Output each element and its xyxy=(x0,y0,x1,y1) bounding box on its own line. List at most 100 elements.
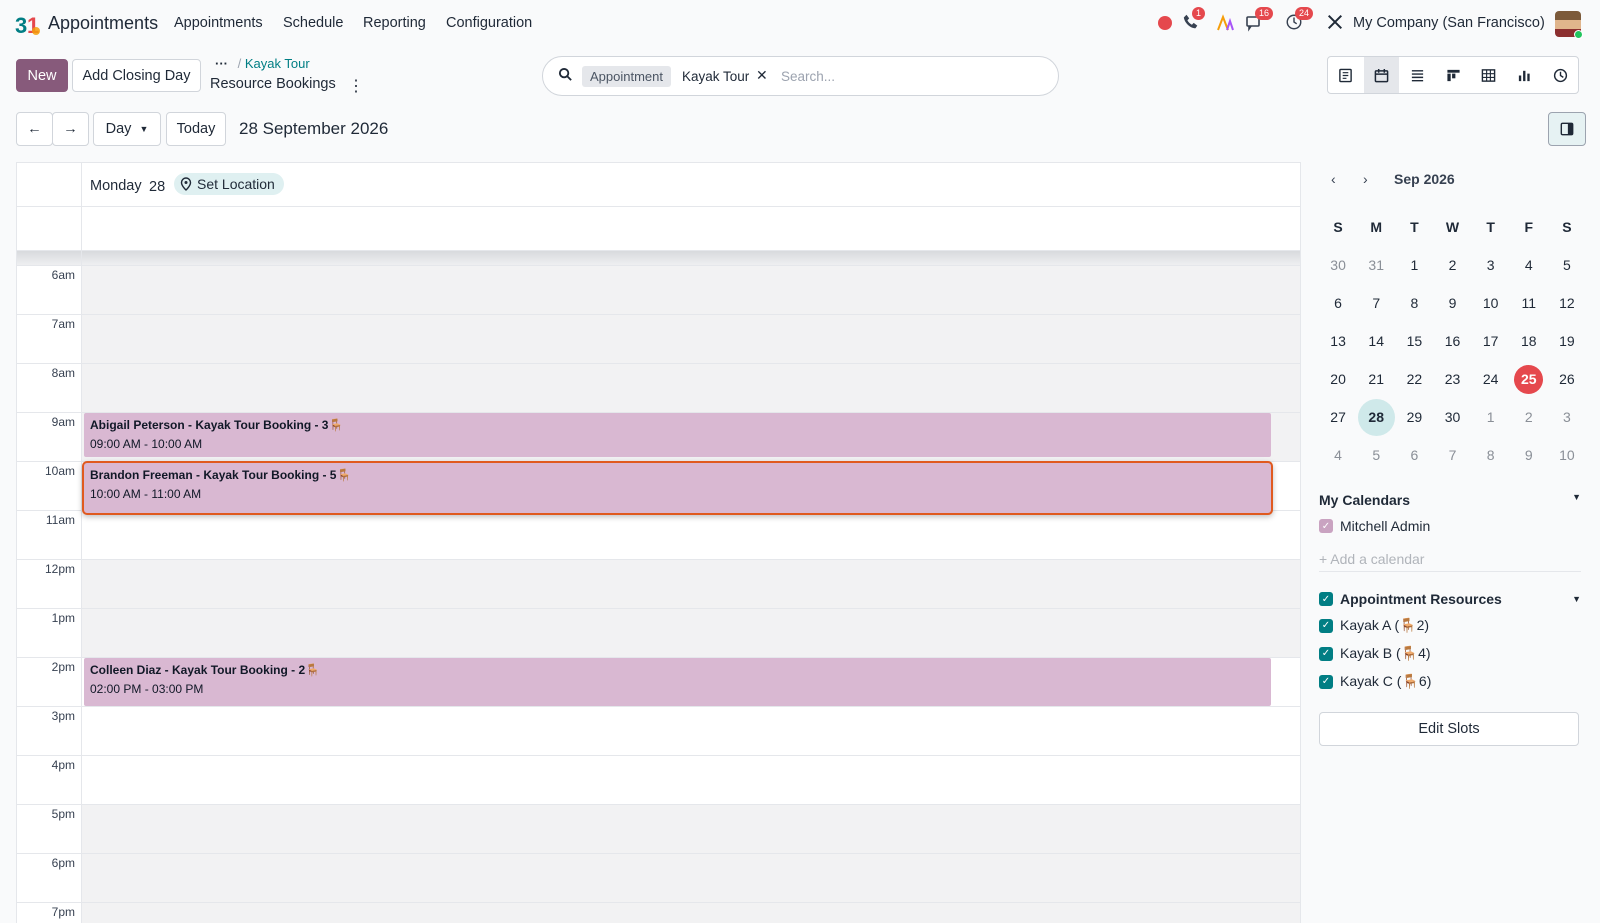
hour-row[interactable]: 4pm xyxy=(17,755,1300,804)
kebab-menu-icon[interactable]: ⋮ xyxy=(348,76,364,96)
mini-day[interactable]: 30 xyxy=(1319,246,1357,284)
company-switcher[interactable]: My Company (San Francisco) xyxy=(1353,15,1545,31)
checkbox-checked-icon[interactable]: ✓ xyxy=(1319,646,1333,661)
checkbox-checked-icon[interactable]: ✓ xyxy=(1319,592,1333,606)
resource-filter-item[interactable]: ✓ Kayak A (🪑2) xyxy=(1319,617,1429,634)
app-logo-icon[interactable]: 3 1 xyxy=(15,11,41,38)
today-button[interactable]: Today xyxy=(166,112,226,146)
mini-day[interactable]: 10 xyxy=(1472,284,1510,322)
breadcrumb-parent-link[interactable]: Kayak Tour xyxy=(245,56,310,71)
mini-day[interactable]: 7 xyxy=(1357,284,1395,322)
mini-day[interactable]: 7 xyxy=(1433,436,1471,474)
prev-button[interactable]: ← xyxy=(16,112,53,146)
menu-configuration[interactable]: Configuration xyxy=(446,15,532,31)
hour-row[interactable]: 7pm xyxy=(17,902,1300,923)
mini-day[interactable]: 2 xyxy=(1433,246,1471,284)
mini-day[interactable]: 8 xyxy=(1395,284,1433,322)
resource-filter-item[interactable]: ✓ Kayak B (🪑4) xyxy=(1319,645,1431,662)
checkbox-checked-icon[interactable]: ✓ xyxy=(1319,519,1333,533)
mini-day[interactable]: 26 xyxy=(1548,360,1586,398)
hour-row[interactable]: 7am xyxy=(17,314,1300,363)
hour-row[interactable]: 5pm xyxy=(17,804,1300,853)
mini-day[interactable]: 27 xyxy=(1319,398,1357,436)
mini-day[interactable]: 5 xyxy=(1548,246,1586,284)
view-kanban-icon[interactable] xyxy=(1435,57,1471,93)
mini-day[interactable]: 23 xyxy=(1433,360,1471,398)
mini-day-today[interactable]: 25 xyxy=(1510,360,1548,398)
resource-filter-item[interactable]: ✓ Kayak C (🪑6) xyxy=(1319,673,1431,690)
mini-day[interactable]: 24 xyxy=(1472,360,1510,398)
mini-day[interactable]: 18 xyxy=(1510,322,1548,360)
mini-day[interactable]: 30 xyxy=(1433,398,1471,436)
mini-day[interactable]: 15 xyxy=(1395,322,1433,360)
all-day-row[interactable] xyxy=(17,207,1300,251)
mini-day[interactable]: 12 xyxy=(1548,284,1586,322)
mini-day[interactable]: 21 xyxy=(1357,360,1395,398)
event-card[interactable]: Abigail Peterson - Kayak Tour Booking - … xyxy=(84,413,1271,457)
view-pivot-icon[interactable] xyxy=(1471,57,1507,93)
mini-day[interactable]: 3 xyxy=(1472,246,1510,284)
mini-day[interactable]: 16 xyxy=(1433,322,1471,360)
mini-day[interactable]: 29 xyxy=(1395,398,1433,436)
view-graph-icon[interactable] xyxy=(1507,57,1543,93)
mini-prev-month-icon[interactable]: ‹ xyxy=(1331,171,1336,187)
messages-icon[interactable]: 16 xyxy=(1245,7,1274,33)
mini-next-month-icon[interactable]: › xyxy=(1363,171,1368,187)
mini-day[interactable]: 4 xyxy=(1510,246,1548,284)
view-list-icon[interactable] xyxy=(1399,57,1435,93)
mini-day[interactable]: 1 xyxy=(1472,398,1510,436)
mini-day[interactable]: 2 xyxy=(1510,398,1548,436)
edit-slots-button[interactable]: Edit Slots xyxy=(1319,712,1579,746)
remove-facet-icon[interactable]: ✕ xyxy=(756,67,768,84)
mini-day[interactable]: 17 xyxy=(1472,322,1510,360)
menu-reporting[interactable]: Reporting xyxy=(363,15,426,31)
hour-row[interactable]: 11am xyxy=(17,510,1300,559)
next-button[interactable]: → xyxy=(52,112,89,146)
mini-day[interactable]: 19 xyxy=(1548,322,1586,360)
mini-day[interactable]: 20 xyxy=(1319,360,1357,398)
hour-row[interactable]: 6pm xyxy=(17,853,1300,902)
mini-day[interactable]: 10 xyxy=(1548,436,1586,474)
ai-icon[interactable] xyxy=(1216,13,1236,33)
mini-day[interactable]: 13 xyxy=(1319,322,1357,360)
mini-day[interactable]: 8 xyxy=(1472,436,1510,474)
mini-day-selected[interactable]: 28 xyxy=(1357,398,1395,436)
mini-day[interactable]: 9 xyxy=(1510,436,1548,474)
view-activity-icon[interactable] xyxy=(1542,57,1578,93)
add-calendar-input[interactable]: + Add a calendar xyxy=(1319,551,1424,567)
tools-icon[interactable] xyxy=(1326,13,1346,33)
set-location-button[interactable]: Set Location xyxy=(174,173,284,195)
view-form-icon[interactable] xyxy=(1328,57,1364,93)
hour-row[interactable]: 1pm xyxy=(17,608,1300,657)
collapse-caret-icon[interactable]: ▼ xyxy=(1572,492,1581,508)
record-icon[interactable] xyxy=(1155,13,1175,33)
mini-day[interactable]: 4 xyxy=(1319,436,1357,474)
checkbox-checked-icon[interactable]: ✓ xyxy=(1319,674,1333,689)
hour-row[interactable]: 8am xyxy=(17,363,1300,412)
menu-schedule[interactable]: Schedule xyxy=(283,15,343,31)
mini-day[interactable]: 22 xyxy=(1395,360,1433,398)
mini-day[interactable]: 5 xyxy=(1357,436,1395,474)
calendar-filter-mitchell[interactable]: ✓ Mitchell Admin xyxy=(1319,518,1430,534)
app-title[interactable]: Appointments xyxy=(48,13,158,34)
resources-header[interactable]: ✓ Appointment Resources ▼ xyxy=(1319,591,1581,607)
mini-day[interactable]: 11 xyxy=(1510,284,1548,322)
hour-row[interactable]: 12pm xyxy=(17,559,1300,608)
add-closing-day-button[interactable]: Add Closing Day xyxy=(72,59,201,92)
my-calendars-header[interactable]: My Calendars ▼ xyxy=(1319,492,1581,508)
hour-row[interactable]: 3pm xyxy=(17,706,1300,755)
breadcrumb-more[interactable]: ··· xyxy=(215,56,228,71)
menu-appointments[interactable]: Appointments xyxy=(174,15,263,31)
mini-day[interactable]: 6 xyxy=(1395,436,1433,474)
search-input[interactable]: Search... xyxy=(781,69,835,84)
hour-row[interactable]: 6am xyxy=(17,265,1300,314)
mini-day[interactable]: 6 xyxy=(1319,284,1357,322)
event-card[interactable]: Colleen Diaz - Kayak Tour Booking - 2🪑 02… xyxy=(84,658,1271,706)
checkbox-checked-icon[interactable]: ✓ xyxy=(1319,618,1333,633)
mini-day[interactable]: 9 xyxy=(1433,284,1471,322)
view-calendar-icon[interactable] xyxy=(1363,57,1400,93)
mini-day[interactable]: 1 xyxy=(1395,246,1433,284)
event-card[interactable]: Brandon Freeman - Kayak Tour Booking - 5… xyxy=(82,461,1273,515)
phone-icon[interactable]: 1 xyxy=(1182,7,1206,33)
mini-day[interactable]: 31 xyxy=(1357,246,1395,284)
